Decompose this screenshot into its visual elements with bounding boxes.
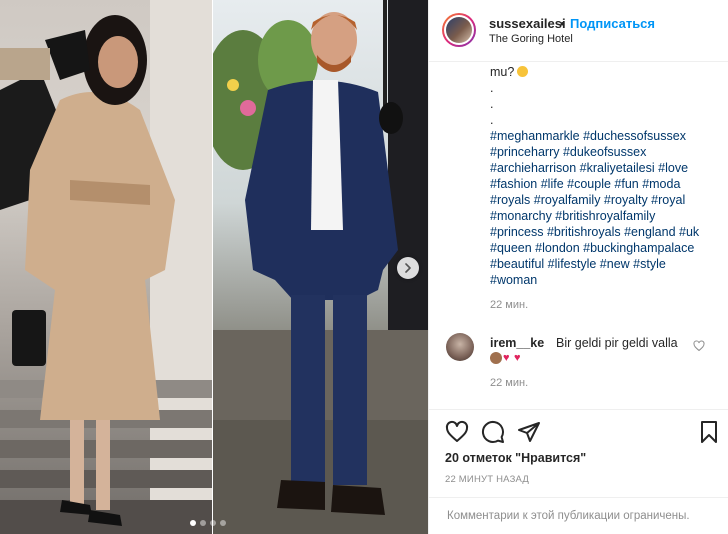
chevron-right-icon [405, 263, 411, 273]
photo-man-illustration [213, 0, 428, 534]
post-actions [429, 409, 728, 454]
comment-icon [481, 420, 504, 443]
like-button[interactable] [445, 420, 469, 444]
comment-username[interactable]: irem__ke [490, 336, 544, 350]
hashtag-line[interactable]: #meghanmarkle #duchessofsussex [490, 128, 720, 144]
carousel-next-button[interactable] [397, 257, 419, 279]
post-timestamp[interactable]: 22 МИНУТ НАЗАД [445, 474, 529, 485]
caption-dot: . [490, 113, 494, 127]
comment-emojis: ♥ ♥ [490, 352, 524, 364]
hashtag-line[interactable]: #woman [490, 272, 720, 288]
share-icon [518, 422, 540, 442]
carousel-dot [190, 520, 196, 526]
hashtag-line[interactable]: #beautiful #lifestyle #new #style [490, 256, 720, 272]
commenter-avatar[interactable] [446, 333, 474, 361]
location-link[interactable]: The Goring Hotel [489, 33, 573, 45]
post-header: sussexailesi • Подписаться The Goring Ho… [429, 0, 728, 62]
hearts-icon: ♥ [503, 352, 510, 364]
hashtag-line[interactable]: #monarchy #britishroyalfamily [490, 208, 720, 224]
likes-count[interactable]: 20 отметок "Нравится" [445, 451, 586, 465]
post-media[interactable] [0, 0, 428, 534]
heart-icon [445, 420, 469, 442]
see-no-evil-monkey-icon [490, 352, 502, 364]
bookmark-icon [701, 421, 717, 443]
caption-dot: . [490, 81, 494, 95]
avatar[interactable] [442, 13, 476, 47]
carousel-indicator [190, 520, 226, 526]
hashtag-line[interactable]: #princeharry #dukeofsussex [490, 144, 720, 160]
caption-dot: . [490, 97, 494, 111]
hashtag-line[interactable]: #fashion #life #couple #fun #moda [490, 176, 720, 192]
comment-heart-icon[interactable] [693, 340, 705, 352]
photo-man-in-navy-suit [213, 0, 428, 534]
comment-timestamp: 22 мин. [490, 377, 529, 389]
header-separator: • [560, 16, 565, 31]
photo-woman-illustration [0, 0, 212, 534]
carousel-dot [200, 520, 206, 526]
share-button[interactable] [517, 420, 541, 444]
author-username[interactable]: sussexailesi [489, 16, 566, 31]
caption-first-line: mu? [490, 64, 720, 80]
save-button[interactable] [697, 420, 721, 444]
comment-text: Bir geldi pir geldi valla [556, 336, 678, 350]
post-sidebar: sussexailesi • Подписаться The Goring Ho… [428, 0, 728, 534]
follow-button[interactable]: Подписаться [570, 16, 655, 31]
carousel-dot [210, 520, 216, 526]
hashtag-line[interactable]: #princess #britishroyals #england #uk [490, 224, 720, 240]
post-caption: mu? . . . #meghanmarkle #duchessofsussex… [490, 64, 720, 288]
hearts-icon: ♥ [514, 352, 521, 364]
photo-woman-in-camel-coat [0, 0, 212, 534]
smiling-emoji-icon [517, 66, 529, 77]
hashtag-line[interactable]: #archieharrison #kraliyetailesi #love [490, 160, 720, 176]
comments-restricted-notice: Комментарии к этой публикации ограничены… [447, 510, 690, 522]
hashtag-line[interactable]: #royals #royalfamily #royalty #royal [490, 192, 720, 208]
hashtag-line[interactable]: #queen #london #buckinghampalace [490, 240, 720, 256]
comments-area: Комментарии к этой публикации ограничены… [429, 497, 728, 534]
caption-timestamp[interactable]: 22 мин. [490, 299, 528, 311]
carousel-dot [220, 520, 226, 526]
comment-button[interactable] [481, 420, 505, 444]
